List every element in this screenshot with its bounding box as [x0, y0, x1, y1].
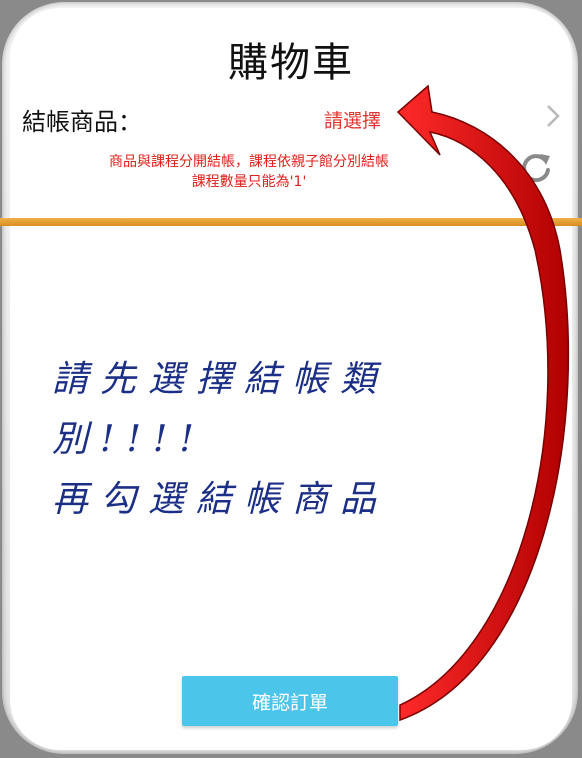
note-line: 請先選擇結帳類別!!!! [52, 359, 389, 460]
checkout-type-select[interactable]: 請選擇 [324, 106, 381, 133]
screen: 購物車 結帳商品： 請選擇 商品與課程分開結帳，課程依親子館分別結帳 課程數量只… [0, 0, 582, 758]
checkout-items-label: 結帳商品： [22, 108, 142, 136]
refresh-icon[interactable] [518, 150, 554, 186]
divider [0, 218, 582, 226]
page-title: 購物車 [228, 40, 354, 86]
note-line: 再勾選結帳商品 [52, 479, 389, 520]
instruction-note: 請先選擇結帳類別!!!! 再勾選結帳商品 [52, 350, 522, 530]
chevron-right-icon[interactable] [546, 104, 560, 128]
checkout-notice: 商品與課程分開結帳，課程依親子館分別結帳 課程數量只能為'1' [0, 152, 498, 192]
notice-line: 商品與課程分開結帳，課程依親子館分別結帳 [109, 154, 389, 170]
confirm-order-button[interactable]: 確認訂單 [182, 676, 398, 726]
notice-line: 課程數量只能為'1' [191, 174, 307, 190]
